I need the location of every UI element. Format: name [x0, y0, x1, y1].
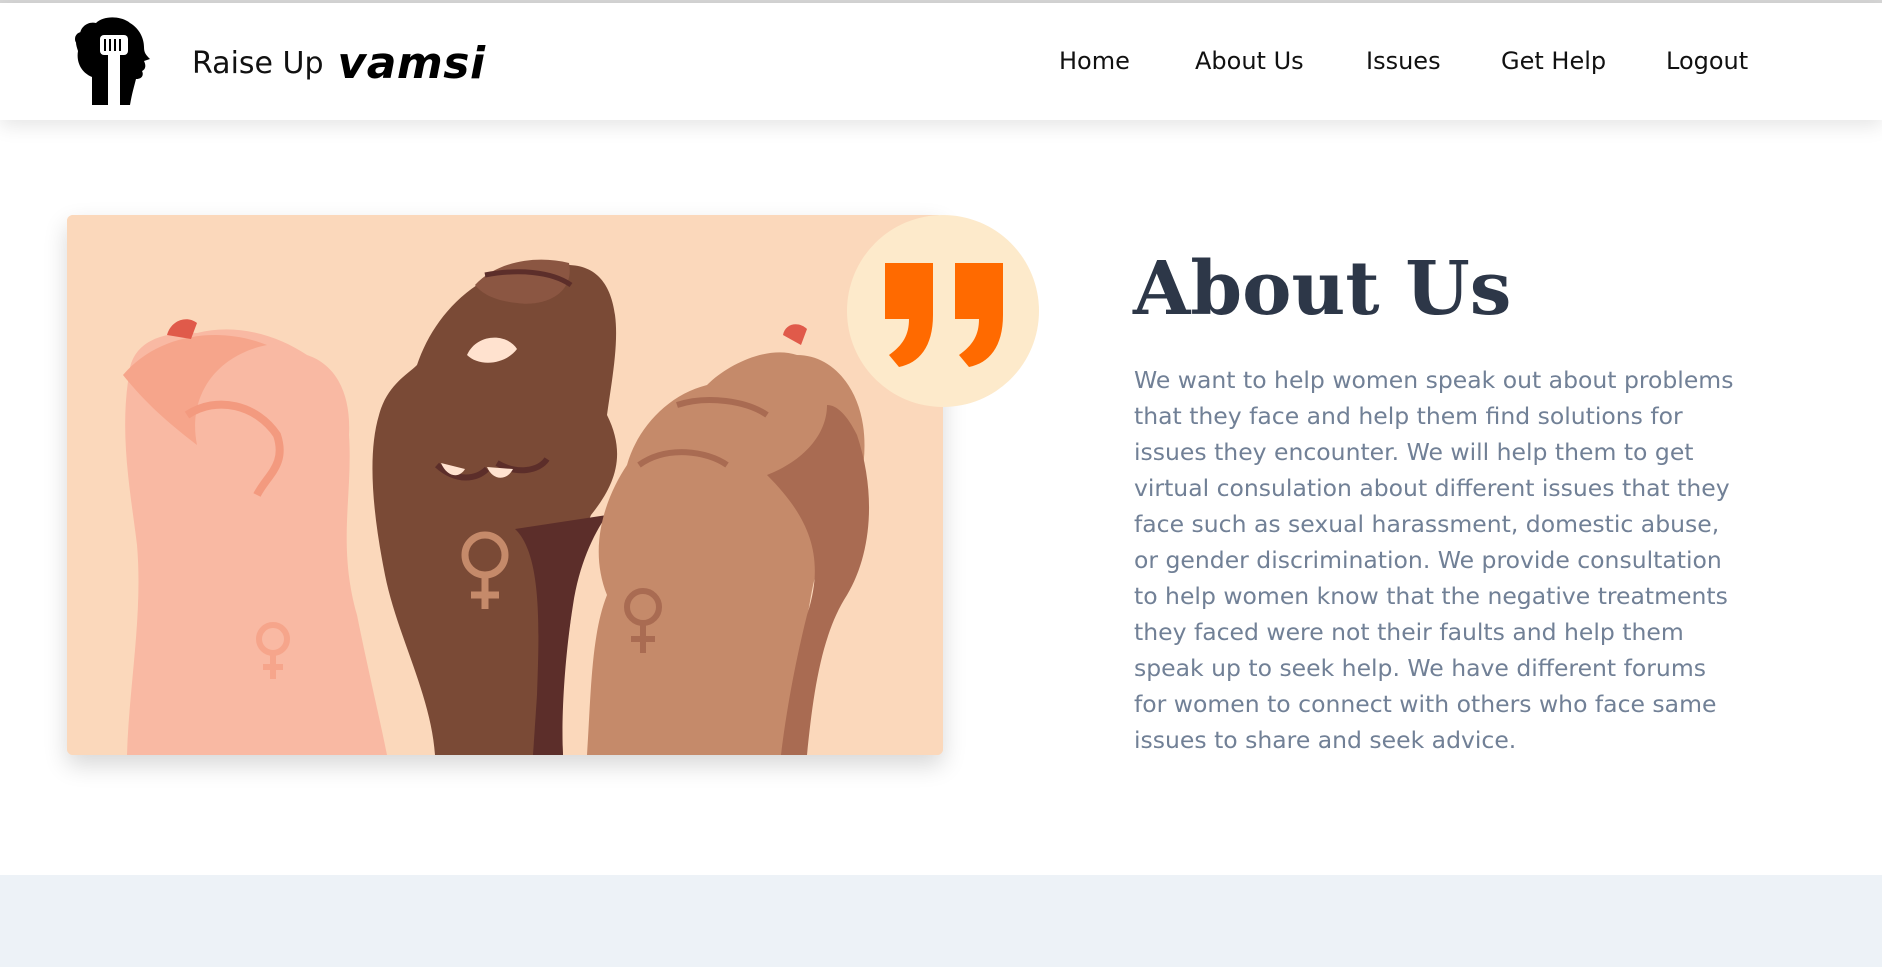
quote-mark-icon [885, 263, 1003, 367]
page-title: About Us [1133, 246, 1512, 332]
navbar: Raise Up vamsi Home About Us Issues Get … [0, 3, 1882, 120]
hero-image-card [67, 215, 943, 755]
quote-badge [847, 215, 1039, 407]
footer-band [0, 875, 1882, 967]
nav-logout[interactable]: Logout [1666, 47, 1748, 75]
nav-home[interactable]: Home [1059, 47, 1130, 75]
nav-issues[interactable]: Issues [1366, 47, 1441, 75]
hero-illustration [67, 215, 1039, 755]
three-raised-fists-illustration [67, 215, 943, 755]
nav-get-help[interactable]: Get Help [1501, 47, 1606, 75]
about-description: We want to help women speak out about pr… [1134, 366, 1734, 754]
nav-about-us[interactable]: About Us [1195, 47, 1304, 75]
main-nav: Home About Us Issues Get Help Logout [0, 47, 1882, 87]
